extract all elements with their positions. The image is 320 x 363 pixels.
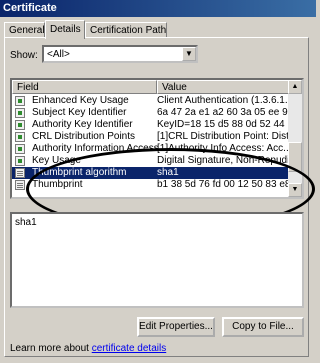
- column-header-value[interactable]: Value: [157, 80, 292, 94]
- row-field: Thumbprint algorithm: [32, 167, 127, 178]
- row-value: sha1: [157, 167, 179, 178]
- scroll-up-icon[interactable]: ▲: [288, 80, 302, 94]
- vertical-scrollbar[interactable]: ▲ ▼: [288, 80, 302, 197]
- chevron-down-icon[interactable]: ▼: [182, 47, 196, 61]
- value-detail-box[interactable]: sha1: [10, 212, 304, 308]
- edit-properties-button[interactable]: Edit Properties...: [137, 317, 215, 337]
- document-icon: [15, 168, 25, 178]
- show-label: Show:: [10, 50, 38, 61]
- certificate-icon: [15, 96, 25, 106]
- tab-general[interactable]: General: [4, 22, 45, 38]
- list-item[interactable]: Enhanced Key Usage Client Authentication…: [12, 95, 292, 107]
- show-select-value: <All>: [47, 49, 70, 60]
- copy-to-file-button[interactable]: Copy to File...: [222, 317, 304, 337]
- certificate-icon: [15, 144, 25, 154]
- row-value: Client Authentication (1.3.6.1....: [157, 95, 292, 106]
- row-field: Authority Key Identifier: [32, 119, 133, 130]
- row-field: Thumbprint: [32, 179, 83, 190]
- row-field: Authority Information Access: [32, 143, 159, 154]
- learn-more-prefix: Learn more about: [10, 343, 92, 354]
- learn-more-text: Learn more about certificate details: [10, 343, 166, 354]
- row-field: CRL Distribution Points: [32, 131, 136, 142]
- row-field: Key Usage: [32, 155, 81, 166]
- list-item[interactable]: Authority Information Access [1]Authorit…: [12, 143, 292, 155]
- certificate-details-link[interactable]: certificate details: [92, 343, 166, 354]
- row-value: b1 38 5d 76 fd 00 12 50 83 e8...: [157, 179, 292, 190]
- column-header-field[interactable]: Field: [12, 80, 157, 94]
- certificate-icon: [15, 132, 25, 142]
- list-item[interactable]: Subject Key Identifier 6a 47 2a e1 a2 60…: [12, 107, 292, 119]
- row-value: 6a 47 2a e1 a2 60 3a 05 ee 90...: [157, 107, 292, 118]
- scroll-thumb[interactable]: [288, 142, 302, 172]
- scroll-down-icon[interactable]: ▼: [288, 183, 302, 197]
- row-value: [1]Authority Info Access: Acc...: [157, 143, 292, 154]
- row-field: Subject Key Identifier: [32, 107, 127, 118]
- list-item[interactable]: Thumbprint b1 38 5d 76 fd 00 12 50 83 e8…: [12, 179, 292, 191]
- show-select[interactable]: <All> ▼: [42, 45, 198, 63]
- row-value: KeyID=18 15 d5 88 0d 52 44 ...: [157, 119, 292, 130]
- window-title: Certificate: [0, 0, 316, 17]
- tab-details[interactable]: Details: [45, 20, 85, 39]
- row-value: Digital Signature, Non-Repudia...: [157, 155, 292, 166]
- list-item[interactable]: CRL Distribution Points [1]CRL Distribut…: [12, 131, 292, 143]
- list-item[interactable]: Key Usage Digital Signature, Non-Repudia…: [12, 155, 292, 167]
- certificate-icon: [15, 108, 25, 118]
- certificate-icon: [15, 120, 25, 130]
- row-value: [1]CRL Distribution Point: Distr...: [157, 131, 292, 142]
- document-icon: [15, 180, 25, 190]
- list-item-selected[interactable]: Thumbprint algorithm sha1: [12, 167, 292, 179]
- list-item[interactable]: Authority Key Identifier KeyID=18 15 d5 …: [12, 119, 292, 131]
- tab-certification-path[interactable]: Certification Path: [85, 22, 167, 38]
- row-field: Enhanced Key Usage: [32, 95, 129, 106]
- certificate-icon: [15, 156, 25, 166]
- field-list[interactable]: Field Value Enhanced Key Usage Client Au…: [10, 78, 304, 199]
- list-header: Field Value: [12, 80, 292, 94]
